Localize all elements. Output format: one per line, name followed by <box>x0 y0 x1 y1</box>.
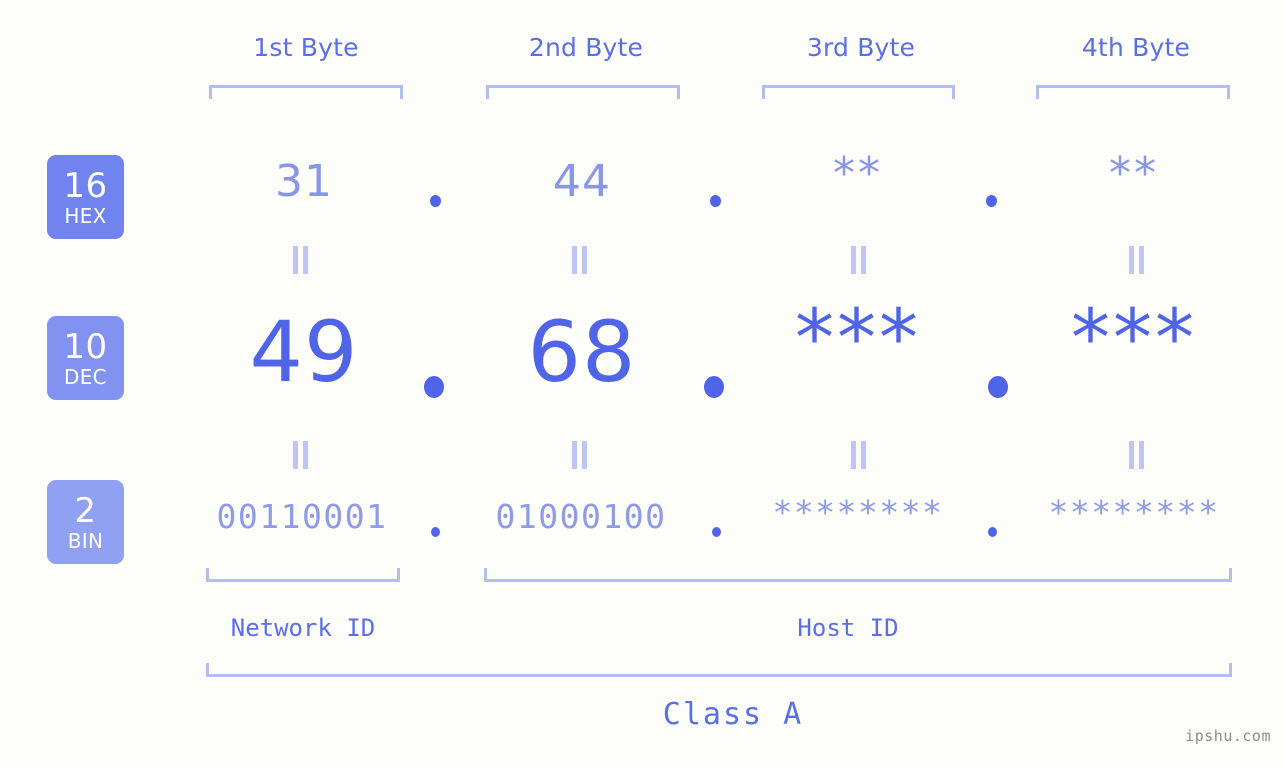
dec-separator-3 <box>988 376 1008 398</box>
byte-bracket-3 <box>762 85 955 99</box>
equals-mark-hex-dec-4 <box>1129 246 1145 274</box>
site-watermark: ipshu.com <box>1185 727 1271 745</box>
equals-mark-dec-bin-2 <box>572 441 588 469</box>
hex-byte-3: ** <box>833 148 883 199</box>
radix-badge-dec-abbr: DEC <box>64 364 107 389</box>
dec-separator-2 <box>704 376 724 398</box>
radix-badge-bin-abbr: BIN <box>67 528 104 553</box>
class-bracket <box>206 663 1232 677</box>
bin-separator-2 <box>712 527 721 537</box>
byte-bracket-2 <box>486 85 680 99</box>
equals-mark-hex-dec-3 <box>851 246 867 274</box>
equals-mark-hex-dec-1 <box>293 246 309 274</box>
hex-separator-1 <box>430 195 441 207</box>
byte-header-2: 2nd Byte <box>528 33 644 62</box>
dec-byte-2: 68 <box>527 303 637 401</box>
byte-header-4: 4th Byte <box>1081 33 1191 62</box>
dec-byte-4: *** <box>1071 294 1197 384</box>
network-id-label: Network ID <box>230 614 376 642</box>
equals-mark-hex-dec-2 <box>572 246 588 274</box>
radix-badge-bin-number: 2 <box>74 490 97 531</box>
bin-separator-3 <box>988 527 997 537</box>
bin-byte-2: 01000100 <box>495 497 667 536</box>
radix-badge-hex-abbr: HEX <box>64 203 107 228</box>
hex-byte-2: 44 <box>553 156 611 207</box>
bin-byte-4: ******** <box>1048 493 1220 532</box>
hex-separator-2 <box>710 195 721 207</box>
equals-mark-dec-bin-3 <box>851 441 867 469</box>
dec-separator-1 <box>424 376 444 398</box>
hex-byte-4: ** <box>1109 148 1159 199</box>
radix-badge-dec-number: 10 <box>63 326 108 367</box>
equals-mark-dec-bin-4 <box>1129 441 1145 469</box>
radix-badge-hex: 16 HEX <box>47 155 124 239</box>
radix-badge-bin: 2 BIN <box>47 480 124 564</box>
host-id-bracket <box>484 568 1232 582</box>
hex-separator-3 <box>986 195 997 207</box>
byte-header-1: 1st Byte <box>253 33 359 62</box>
bin-byte-3: ******** <box>772 493 944 532</box>
byte-header-3: 3rd Byte <box>806 33 916 62</box>
equals-mark-dec-bin-1 <box>293 441 309 469</box>
host-id-label: Host ID <box>797 614 899 642</box>
ip-byte-breakdown-diagram: 1st Byte 2nd Byte 3rd Byte 4th Byte 16 H… <box>0 0 1285 767</box>
bin-byte-1: 00110001 <box>216 497 388 536</box>
dec-byte-1: 49 <box>249 303 359 401</box>
radix-badge-hex-number: 16 <box>63 165 108 206</box>
network-id-bracket <box>206 568 400 582</box>
bin-separator-1 <box>431 527 440 537</box>
dec-byte-3: *** <box>795 294 921 384</box>
byte-bracket-1 <box>209 85 403 99</box>
class-label: Class A <box>662 697 804 732</box>
radix-badge-dec: 10 DEC <box>47 316 124 400</box>
hex-byte-1: 31 <box>275 156 333 207</box>
byte-bracket-4 <box>1036 85 1230 99</box>
